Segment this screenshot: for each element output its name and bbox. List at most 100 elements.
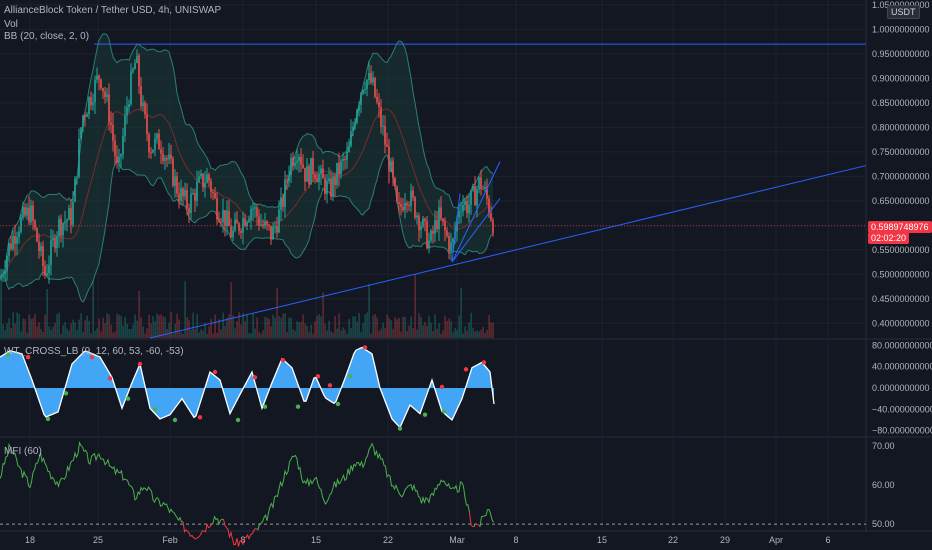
volume-bar: [38, 322, 40, 338]
candle-body: [418, 215, 420, 231]
volume-bar: [48, 326, 50, 338]
time-tick-label: 22: [668, 535, 678, 545]
candle-body: [280, 197, 282, 210]
candle-body: [462, 205, 464, 212]
candle-body: [236, 219, 238, 224]
candle-body: [8, 243, 10, 256]
candle-body: [214, 193, 216, 199]
volume-bar: [22, 318, 24, 338]
volume-bar: [486, 329, 488, 338]
candle-body: [308, 166, 310, 185]
mfi-indicator-label[interactable]: MFI (60): [4, 446, 42, 457]
candle-body: [206, 174, 208, 184]
volume-bar: [0, 272, 2, 338]
candle-body: [238, 223, 240, 232]
volume-bar: [340, 330, 342, 338]
candle-body: [82, 115, 84, 128]
volume-bar: [138, 290, 140, 338]
volume-bar: [258, 331, 260, 338]
volume-bar: [252, 313, 254, 338]
wt-cross-marker: [315, 374, 321, 379]
candle-body: [286, 179, 288, 181]
wt-cross-marker: [125, 396, 131, 401]
candle-body: [338, 162, 340, 175]
candle-body: [234, 219, 236, 231]
wt-cross-marker: [327, 383, 333, 388]
candle-body: [230, 226, 232, 238]
volume-bar: [280, 317, 282, 338]
candle-body: [68, 207, 70, 220]
candle-body: [164, 158, 166, 161]
symbol-title[interactable]: AllianceBlock Token / Tether USD, 4h, UN…: [4, 5, 221, 16]
volume-bar: [176, 313, 178, 338]
candle-body: [380, 107, 382, 127]
candle-body: [18, 231, 20, 238]
candle-body: [152, 149, 154, 153]
candle-body: [492, 220, 494, 234]
candle-body: [356, 110, 358, 123]
wt-cross-marker: [137, 361, 143, 367]
candle-body: [320, 168, 322, 175]
candle-body: [46, 273, 48, 276]
candle-body: [474, 185, 476, 206]
candle-body: [488, 198, 490, 214]
volume-bar: [302, 314, 304, 338]
candle-body: [372, 77, 374, 83]
volume-bar: [100, 331, 102, 338]
volume-bar: [270, 326, 272, 338]
wt-cross-marker: [235, 417, 241, 423]
candle-body: [448, 235, 450, 252]
volume-bar: [182, 333, 184, 338]
volume-bar: [214, 314, 216, 338]
candle-body: [216, 198, 218, 220]
volume-bar: [44, 314, 46, 338]
volume-bar: [370, 333, 372, 338]
volume-bar: [330, 331, 332, 338]
candle-body: [332, 176, 334, 197]
trading-chart[interactable]: 1.05000000001.00000000000.95000000000.90…: [0, 0, 932, 550]
volume-bar: [56, 314, 58, 338]
candle-body: [122, 135, 124, 155]
volume-bar: [290, 317, 292, 338]
wt-cross-indicator-label[interactable]: WT_CROSS_LB (9, 12, 60, 53, -60, -53): [4, 346, 184, 357]
volume-bar: [230, 282, 232, 338]
candle-body: [220, 221, 222, 223]
volume-bar: [284, 312, 286, 338]
candle-body: [480, 177, 482, 189]
volume-bar: [380, 328, 382, 338]
candle-body: [484, 186, 486, 189]
volume-bar: [226, 318, 228, 338]
wt-cross-marker: [397, 426, 403, 431]
volume-bar: [208, 326, 210, 338]
volume-bar: [170, 312, 172, 338]
candle-body: [404, 203, 406, 211]
volume-bar: [108, 314, 110, 338]
volume-bar: [78, 319, 80, 338]
candle-body: [100, 79, 102, 89]
volume-bar: [448, 318, 450, 338]
candle-body: [228, 210, 230, 227]
volume-bar: [126, 323, 128, 338]
bb-indicator-label[interactable]: BB (20, close, 2, 0): [4, 31, 89, 42]
candle-body: [16, 237, 18, 244]
candle-body: [378, 101, 380, 108]
volume-bar: [434, 314, 436, 338]
volume-bar: [300, 321, 302, 338]
volume-bar: [66, 328, 68, 338]
candle-body: [324, 178, 326, 194]
candle-body: [28, 207, 30, 223]
candle-body: [50, 240, 52, 265]
vol-indicator-label[interactable]: Vol: [4, 19, 18, 30]
candle-body: [10, 243, 12, 249]
currency-badge[interactable]: USDT: [887, 5, 920, 19]
volume-bar: [446, 320, 448, 338]
volume-bar: [420, 317, 422, 338]
wt-cross-marker: [252, 375, 258, 380]
volume-bar: [186, 317, 188, 338]
candle-body: [232, 230, 234, 238]
candle-body: [150, 152, 152, 154]
candle-body: [458, 212, 460, 218]
volume-bar: [202, 330, 204, 338]
volume-bar: [32, 318, 34, 338]
candle-body: [74, 178, 76, 202]
